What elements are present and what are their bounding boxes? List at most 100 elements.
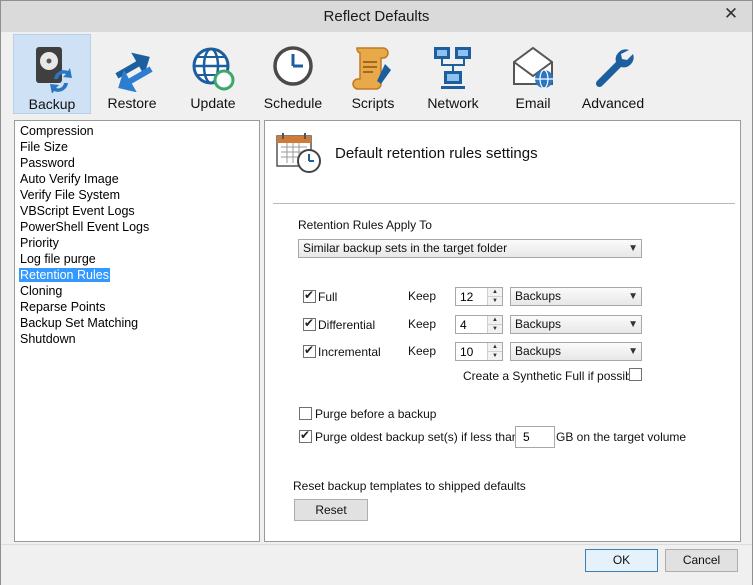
toolbar-scripts-label: Scripts xyxy=(351,95,395,111)
toolbar-email-label: Email xyxy=(515,95,551,111)
full-unit-dropdown[interactable]: Backups ▼ xyxy=(510,287,642,306)
ok-button[interactable]: OK xyxy=(585,549,658,572)
nav-item-password[interactable]: Password xyxy=(15,155,259,171)
stepper-arrows[interactable]: ▲ ▼ xyxy=(487,343,502,360)
differential-keep-value: 4 xyxy=(460,318,467,332)
apply-to-dropdown[interactable]: Similar backup sets in the target folder… xyxy=(298,239,642,258)
nav-item-label: Cloning xyxy=(20,284,63,298)
calendar-clock-icon xyxy=(276,133,321,173)
synthetic-full-label: Create a Synthetic Full if possible xyxy=(463,369,642,383)
nav-item-label: Shutdown xyxy=(20,332,76,346)
toolbar-restore-label: Restore xyxy=(107,95,157,111)
purge-oldest-label: Purge oldest backup set(s) if less than xyxy=(315,430,519,444)
toolbar-network-button[interactable]: Network xyxy=(415,34,491,112)
advanced-icon xyxy=(595,49,634,88)
full-keep-stepper[interactable]: 12 ▲ ▼ xyxy=(455,287,503,306)
nav-item-label: Priority xyxy=(20,236,59,250)
retention-rules-panel: Default retention rules settings Retenti… xyxy=(264,120,741,542)
chevron-down-icon: ▼ xyxy=(628,319,638,330)
email-icon xyxy=(513,46,553,89)
toolbar-restore-button[interactable]: Restore xyxy=(94,34,170,112)
nav-item-cloning[interactable]: Cloning xyxy=(15,283,259,299)
nav-item-shutdown[interactable]: Shutdown xyxy=(15,331,259,347)
differential-unit-dropdown[interactable]: Backups ▼ xyxy=(510,315,642,334)
incremental-keep-value: 10 xyxy=(460,345,474,359)
toolbar-network-label: Network xyxy=(427,95,479,111)
apply-to-label: Retention Rules Apply To xyxy=(298,218,432,232)
schedule-icon xyxy=(273,46,313,86)
nav-item-auto-verify-image[interactable]: Auto Verify Image xyxy=(15,171,259,187)
nav-item-label: Reparse Points xyxy=(20,300,106,314)
restore-icon xyxy=(115,52,153,92)
reflect-defaults-window: Reflect Defaults ✕ Backup Restore Update… xyxy=(0,0,753,585)
nav-item-label: Password xyxy=(20,156,75,170)
incremental-unit-dropdown[interactable]: Backups ▼ xyxy=(510,342,642,361)
purge-oldest-checkbox[interactable] xyxy=(299,428,312,443)
stepper-down-icon[interactable]: ▼ xyxy=(488,297,502,305)
nav-item-compression[interactable]: Compression xyxy=(15,123,259,139)
nav-item-backup-set-matching[interactable]: Backup Set Matching xyxy=(15,315,259,331)
nav-item-retention-rules[interactable]: Retention Rules xyxy=(15,267,259,283)
nav-item-label: File Size xyxy=(20,140,68,154)
stepper-down-icon[interactable]: ▼ xyxy=(488,352,502,360)
toolbar-update-button[interactable]: Update xyxy=(175,34,251,112)
stepper-up-icon[interactable]: ▲ xyxy=(488,343,502,352)
chevron-down-icon: ▼ xyxy=(628,243,638,254)
title-bar: Reflect Defaults ✕ xyxy=(1,1,752,32)
full-checkbox[interactable] xyxy=(303,288,316,303)
stepper-up-icon[interactable]: ▲ xyxy=(488,288,502,297)
full-keep-label: Keep xyxy=(408,289,437,303)
scripts-icon xyxy=(352,47,391,90)
panel-divider xyxy=(273,203,735,204)
nav-item-file-size[interactable]: File Size xyxy=(15,139,259,155)
nav-item-label: VBScript Event Logs xyxy=(20,204,135,218)
differential-checkbox[interactable] xyxy=(303,316,316,331)
nav-item-label: Compression xyxy=(20,124,94,138)
reset-templates-label: Reset backup templates to shipped defaul… xyxy=(293,479,526,493)
full-label: Full xyxy=(318,290,338,304)
toolbar-backup-button[interactable]: Backup xyxy=(13,34,91,114)
incremental-checkbox[interactable] xyxy=(303,343,316,358)
purge-before-checkbox[interactable] xyxy=(299,407,312,420)
nav-item-vbscript-event-logs[interactable]: VBScript Event Logs xyxy=(15,203,259,219)
purge-before-label: Purge before a backup xyxy=(315,407,437,421)
settings-nav-list: Compression File Size Password Auto Veri… xyxy=(14,120,260,542)
toolbar-backup-label: Backup xyxy=(28,96,76,112)
differential-keep-stepper[interactable]: 4 ▲ ▼ xyxy=(455,315,503,334)
nav-item-priority[interactable]: Priority xyxy=(15,235,259,251)
toolbar-schedule-button[interactable]: Schedule xyxy=(255,34,331,112)
stepper-arrows[interactable]: ▲ ▼ xyxy=(487,288,502,305)
purge-size-suffix: GB on the target volume xyxy=(556,430,687,444)
purge-size-input[interactable]: 5 xyxy=(515,426,555,448)
update-icon xyxy=(192,47,235,91)
cancel-button[interactable]: Cancel xyxy=(665,549,738,572)
panel-header: Default retention rules settings xyxy=(265,121,740,204)
reset-button[interactable]: Reset xyxy=(294,499,368,521)
nav-item-verify-file-system[interactable]: Verify File System xyxy=(15,187,259,203)
incremental-keep-stepper[interactable]: 10 ▲ ▼ xyxy=(455,342,503,361)
nav-item-reparse-points[interactable]: Reparse Points xyxy=(15,299,259,315)
stepper-arrows[interactable]: ▲ ▼ xyxy=(487,316,502,333)
full-keep-value: 12 xyxy=(460,290,474,304)
apply-to-value: Similar backup sets in the target folder xyxy=(303,241,508,255)
toolbar-email-button[interactable]: Email xyxy=(495,34,571,112)
incremental-keep-label: Keep xyxy=(408,344,437,358)
network-icon xyxy=(434,47,471,89)
incremental-label: Incremental xyxy=(318,345,381,359)
toolbar-scripts-button[interactable]: Scripts xyxy=(335,34,411,112)
stepper-down-icon[interactable]: ▼ xyxy=(488,325,502,333)
synthetic-full-checkbox[interactable] xyxy=(629,368,642,381)
stepper-up-icon[interactable]: ▲ xyxy=(488,316,502,325)
toolbar-advanced-button[interactable]: Advanced xyxy=(575,34,651,112)
nav-item-label: Log file purge xyxy=(20,252,96,266)
window-title: Reflect Defaults xyxy=(323,8,430,25)
toolbar: Backup Restore Update Schedule Scripts N… xyxy=(1,32,752,115)
backup-icon xyxy=(36,47,72,93)
nav-item-label: PowerShell Event Logs xyxy=(20,220,150,234)
differential-unit-value: Backups xyxy=(515,317,562,331)
chevron-down-icon: ▼ xyxy=(628,291,638,302)
close-icon[interactable]: ✕ xyxy=(718,4,744,24)
differential-label: Differential xyxy=(318,318,376,332)
nav-item-powershell-event-logs[interactable]: PowerShell Event Logs xyxy=(15,219,259,235)
nav-item-log-file-purge[interactable]: Log file purge xyxy=(15,251,259,267)
